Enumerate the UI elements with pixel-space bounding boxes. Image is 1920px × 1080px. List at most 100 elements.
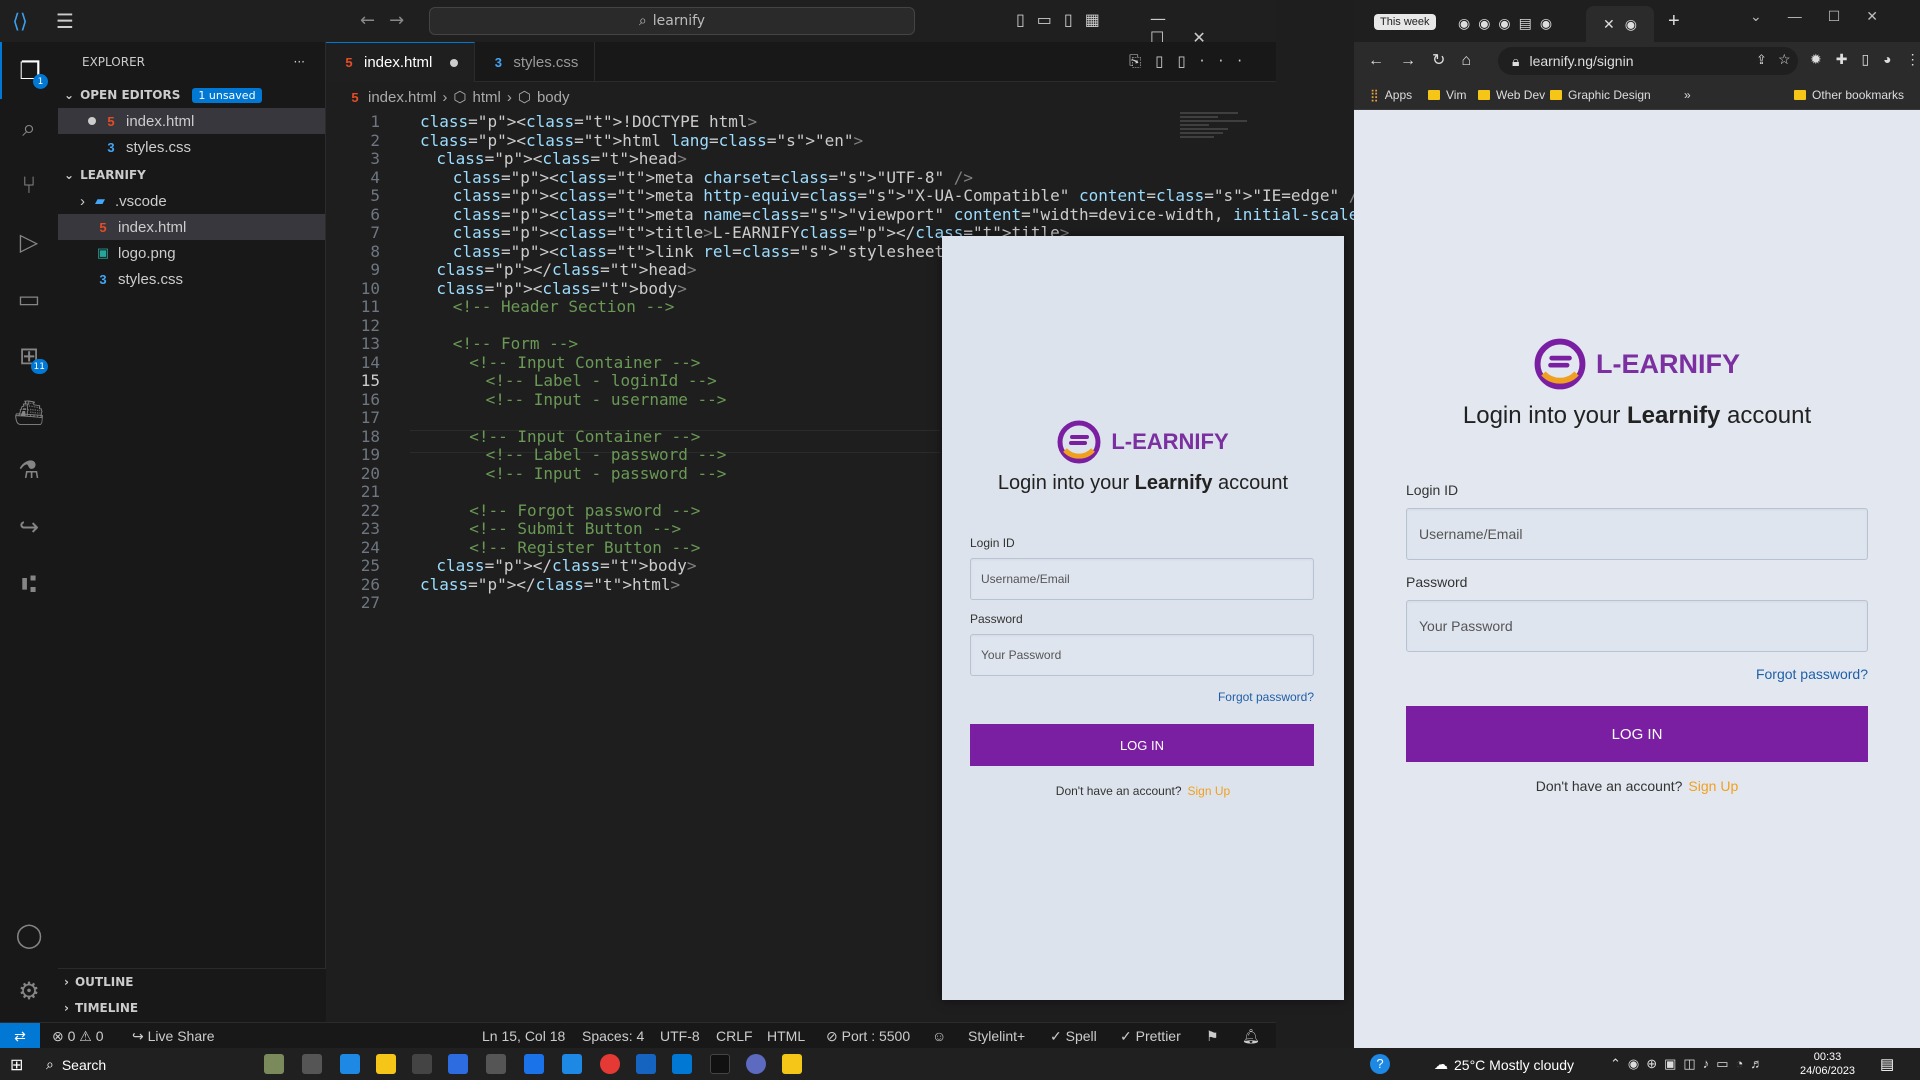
active-tab[interactable]: ✕ ◉ [1586,6,1654,42]
live-share-status[interactable]: ↪ Live Share [132,1028,215,1045]
file-logo-png[interactable]: ▣ logo.png [58,240,325,266]
run-debug-icon[interactable]: ▷ [0,213,58,270]
task-view-icon[interactable] [302,1054,322,1074]
tab-index-html[interactable]: 5 index.html [326,42,476,82]
no-account-text: Don't have an account? [1055,784,1182,798]
app-icon[interactable] [562,1054,582,1074]
close-icon[interactable]: ✕ [1603,16,1615,33]
signup-link[interactable]: Sign Up [1688,778,1738,794]
bookmark-vim[interactable]: Vim [1428,88,1466,102]
password-placeholder: Your Password [981,648,1062,662]
encoding[interactable]: UTF-8 [660,1028,700,1044]
new-tab-button[interactable]: + [1668,10,1680,33]
login-button[interactable]: LOG IN [970,724,1314,766]
indentation[interactable]: Spaces: 4 [582,1028,644,1044]
open-editor-styles-css[interactable]: 3 styles.css [58,134,325,160]
help-icon[interactable]: ? [1370,1054,1390,1074]
editor-actions[interactable]: ⎘▯▯··· [1129,52,1256,70]
explorer-icon[interactable]: ❐ 1 [0,42,58,99]
layout-controls[interactable]: ▯▭▯▦ [1016,10,1112,29]
bookmark-web-dev[interactable]: Web Dev [1478,88,1545,102]
unsaved-dot-icon[interactable] [450,58,459,67]
clock[interactable]: 00:33 24/06/2023 [1800,1050,1855,1078]
system-tray-icons[interactable]: ⌃◉⊕▣◫♪▭◔♬ [1610,1056,1770,1072]
mail-icon[interactable] [524,1054,544,1074]
problems-indicator[interactable]: ⊗ 0 ⚠ 0 [52,1028,104,1045]
tab-group-chip[interactable]: This week [1374,14,1436,30]
stylelint-status[interactable]: Stylelint+ [968,1028,1025,1044]
notification-center-icon[interactable]: ▤ [1880,1055,1894,1073]
taskbar-search[interactable]: ⌕ Search [46,1056,106,1073]
extension-icons[interactable]: ✹✚▯◕⋮ [1810,51,1920,68]
folder-vscode[interactable]: › ▰ .vscode [58,188,325,214]
file-explorer-icon[interactable] [376,1054,396,1074]
username-input[interactable]: Username/Email [970,558,1314,600]
app-icon[interactable] [746,1054,766,1074]
more-actions-icon[interactable]: ··· [294,55,305,69]
bookmark-apps[interactable]: ⣿ Apps [1370,88,1412,102]
git-graph-icon[interactable]: ⑆ [0,555,58,612]
language-mode[interactable]: HTML [767,1028,805,1044]
project-section[interactable]: ⌄ LEARNIFY [58,162,325,188]
store-icon[interactable] [486,1054,506,1074]
timeline-section[interactable]: › TIMELINE [58,995,326,1021]
minimap[interactable] [1180,110,1276,180]
command-center[interactable]: ⌕ learnify [429,7,915,35]
weather-widget[interactable]: ☁ 25°C Mostly cloudy [1434,1056,1574,1073]
chrome-icon[interactable] [600,1054,620,1074]
docker-icon[interactable]: ⛴ [0,384,58,441]
remote-explorer-icon[interactable]: ▭ [0,270,58,327]
chrome-nav-buttons[interactable]: ←→↻⌂ [1368,50,1487,70]
settings-gear-icon[interactable]: ⚙ [0,962,58,1019]
tiktok-icon[interactable] [710,1054,730,1074]
bookmark-star-icon[interactable]: ☆ [1778,51,1791,68]
cursor-position[interactable]: Ln 15, Col 18 [482,1028,565,1044]
copilot-icon[interactable]: ☺ [932,1028,946,1044]
app-icon[interactable] [636,1054,656,1074]
breadcrumb-item[interactable]: index.html [368,89,436,106]
login-button[interactable]: LOG IN [1406,706,1868,762]
breadcrumb-item[interactable]: html [472,89,500,106]
extensions-icon[interactable]: ⊞ 11 [0,327,58,384]
password-input[interactable]: Your Password [970,634,1314,676]
file-index-html[interactable]: 5 index.html [58,214,325,240]
pinned-tabs[interactable]: ◉◉◉▤◉ [1458,15,1560,32]
app-icon[interactable] [448,1054,468,1074]
other-bookmarks[interactable]: Other bookmarks [1794,88,1904,102]
forgot-password-link[interactable]: Forgot password? [1406,666,1868,682]
password-input[interactable]: Your Password [1406,600,1868,652]
share-icon[interactable]: ⇪ [1756,52,1767,68]
more-bookmarks-chevron[interactable]: » [1684,88,1691,102]
forgot-password-link[interactable]: Forgot password? [970,690,1314,704]
terminal-icon[interactable] [412,1054,432,1074]
search-icon[interactable]: ⌕ [0,99,58,156]
file-styles-css[interactable]: 3 styles.css [58,266,325,292]
windows-start-icon[interactable]: ⊞ [10,1055,23,1075]
remote-indicator-icon[interactable]: ⇄ [0,1023,40,1049]
bookmark-graphic-design[interactable]: Graphic Design [1550,88,1651,102]
open-editor-index-html[interactable]: 5 index.html [58,108,325,134]
testing-icon[interactable]: ⚗ [0,441,58,498]
source-control-icon[interactable]: ⑂ [0,156,58,213]
outline-section[interactable]: › OUTLINE [58,969,326,995]
breadcrumb-item[interactable]: body [537,89,570,106]
live-share-icon[interactable]: ↪ [0,498,58,555]
spell-status[interactable]: ✓ Spell [1050,1028,1097,1045]
signup-link[interactable]: Sign Up [1188,784,1231,798]
sticky-notes-icon[interactable] [782,1054,802,1074]
chrome-window-controls[interactable]: ⌄—☐✕ [1750,8,1904,25]
accounts-icon[interactable]: ◯ [0,906,58,963]
edge-icon[interactable] [340,1054,360,1074]
tab-styles-css[interactable]: 3 styles.css [475,42,596,82]
nav-arrows[interactable]: ←→ [360,10,418,31]
live-server-port[interactable]: ⊘ Port : 5500 [826,1028,910,1045]
notifications-bell-icon[interactable]: 🔔︎ [1242,1028,1260,1045]
username-input[interactable]: Username/Email [1406,508,1868,560]
vscode-icon[interactable] [672,1054,692,1074]
open-editors-section[interactable]: ⌄ OPEN EDITORS 1 unsaved [58,82,325,108]
address-bar[interactable]: 🔒︎ learnify.ng/signin [1498,47,1798,75]
prettier-status[interactable]: ✓ Prettier [1120,1028,1181,1045]
line-ending[interactable]: CRLF [716,1028,753,1044]
menu-icon[interactable]: ☰ [40,9,90,33]
feedback-icon[interactable]: ⚑ [1206,1028,1219,1045]
